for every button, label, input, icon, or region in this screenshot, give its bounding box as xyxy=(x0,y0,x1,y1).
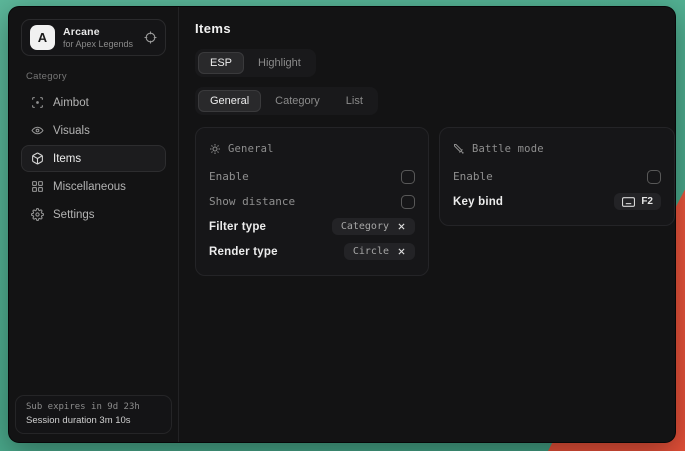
filter-type-label: Filter type xyxy=(209,221,266,233)
sidebar-nav: Aimbot Visuals Items xyxy=(21,89,166,228)
mode-tabbar: ESP Highlight xyxy=(195,49,316,77)
clear-icon[interactable] xyxy=(397,222,406,231)
show-distance-label: Show distance xyxy=(209,195,295,208)
sidebar-item-label: Items xyxy=(53,153,81,165)
keybind-value: F2 xyxy=(641,196,653,207)
tab-highlight[interactable]: Highlight xyxy=(246,52,313,74)
battle-mode-panel: Battle mode Enable Key bind F2 xyxy=(439,127,675,226)
setting-row-render-type: Render type Circle xyxy=(209,239,415,264)
render-type-select[interactable]: Circle xyxy=(344,243,415,260)
session-duration-text: Session duration 3m 10s xyxy=(26,415,161,426)
sun-icon xyxy=(209,143,221,155)
sidebar-item-miscellaneous[interactable]: Miscellaneous xyxy=(21,173,166,200)
sidebar-item-label: Aimbot xyxy=(53,97,89,109)
sidebar-item-label: Settings xyxy=(53,209,95,221)
sidebar-item-label: Miscellaneous xyxy=(53,181,126,193)
category-section-label: Category xyxy=(26,71,161,82)
sidebar-item-label: Visuals xyxy=(53,125,90,137)
grid-icon xyxy=(31,180,44,193)
app-name: Arcane xyxy=(63,26,136,38)
app-window: A Arcane for Apex Legends Category Aimbo… xyxy=(8,6,676,443)
view-tabbar: General Category List xyxy=(195,87,378,115)
sidebar-item-aimbot[interactable]: Aimbot xyxy=(21,89,166,116)
general-panel-header: General xyxy=(209,138,415,159)
sidebar: A Arcane for Apex Legends Category Aimbo… xyxy=(9,7,179,442)
general-panel-title: General xyxy=(228,143,274,155)
brand-header: A Arcane for Apex Legends xyxy=(21,19,166,56)
tab-list[interactable]: List xyxy=(334,90,375,112)
setting-row-show-distance: Show distance xyxy=(209,189,415,214)
render-type-label: Render type xyxy=(209,246,278,258)
battle-enable-checkbox[interactable] xyxy=(647,170,661,184)
package-icon xyxy=(31,152,44,165)
app-subtitle: for Apex Legends xyxy=(63,39,136,49)
gear-icon xyxy=(31,208,44,221)
tab-category[interactable]: Category xyxy=(263,90,332,112)
battle-enable-label: Enable xyxy=(453,170,493,183)
enable-label: Enable xyxy=(209,170,249,183)
app-logo: A xyxy=(30,25,55,50)
keyboard-icon xyxy=(622,197,635,207)
render-type-value: Circle xyxy=(353,246,389,257)
sidebar-item-visuals[interactable]: Visuals xyxy=(21,117,166,144)
eye-icon xyxy=(31,124,44,137)
sub-expiry-text: Sub expires in 9d 23h xyxy=(26,402,161,412)
tab-esp[interactable]: ESP xyxy=(198,52,244,74)
key-bind-label: Key bind xyxy=(453,196,503,208)
keybind-button[interactable]: F2 xyxy=(614,193,661,210)
filter-type-select[interactable]: Category xyxy=(332,218,415,235)
main-content: Items ESP Highlight General Category Lis… xyxy=(179,7,676,442)
aimbot-scan-icon xyxy=(31,96,44,109)
setting-row-filter-type: Filter type Category xyxy=(209,214,415,239)
subscription-info-box: Sub expires in 9d 23h Session duration 3… xyxy=(15,395,172,434)
general-panel: General Enable Show distance Filter type… xyxy=(195,127,429,276)
enable-checkbox[interactable] xyxy=(401,170,415,184)
sidebar-item-items[interactable]: Items xyxy=(21,145,166,172)
brand-text: Arcane for Apex Legends xyxy=(63,26,136,49)
setting-row-key-bind: Key bind F2 xyxy=(453,189,661,214)
sword-icon xyxy=(453,143,465,155)
battle-mode-panel-title: Battle mode xyxy=(472,143,544,155)
panels-row: General Enable Show distance Filter type… xyxy=(195,127,675,276)
setting-row-battle-enable: Enable xyxy=(453,164,661,189)
filter-type-value: Category xyxy=(341,221,389,232)
crosshair-icon[interactable] xyxy=(144,31,157,44)
page-title: Items xyxy=(195,21,675,36)
battle-mode-panel-header: Battle mode xyxy=(453,138,661,159)
setting-row-enable: Enable xyxy=(209,164,415,189)
sidebar-item-settings[interactable]: Settings xyxy=(21,201,166,228)
clear-icon[interactable] xyxy=(397,247,406,256)
tab-general[interactable]: General xyxy=(198,90,261,112)
show-distance-checkbox[interactable] xyxy=(401,195,415,209)
